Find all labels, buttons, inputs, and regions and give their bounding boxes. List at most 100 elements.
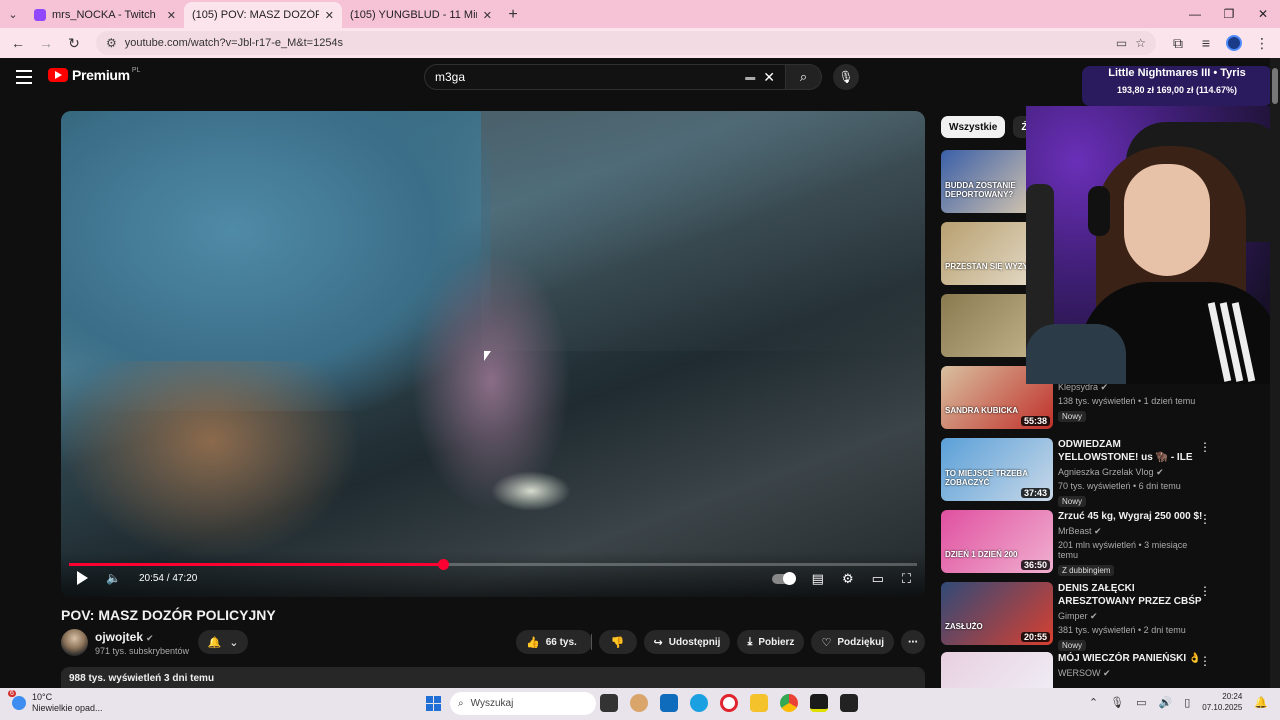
- app-icon[interactable]: [630, 694, 648, 712]
- channel-name[interactable]: ojwojtek ✔: [95, 630, 154, 644]
- network-icon[interactable]: ▭: [1136, 696, 1146, 709]
- keyboard-icon[interactable]: ▬: [745, 72, 755, 83]
- tab-close-icon[interactable]: ✕: [325, 9, 334, 22]
- video-title[interactable]: MÓJ WIECZÓR PANIEŃSKI 👌: [1058, 652, 1203, 665]
- new-tab-button[interactable]: +: [500, 2, 526, 28]
- windows-start-icon[interactable]: [426, 696, 441, 711]
- file-explorer-icon[interactable]: [750, 694, 768, 712]
- channel-name-text[interactable]: ojwojtek: [95, 630, 143, 644]
- video-duration: 55:38: [1020, 416, 1050, 426]
- youtube-premium-logo[interactable]: Premium PL: [48, 67, 140, 83]
- more-actions-button[interactable]: ⋯: [901, 630, 925, 654]
- recommended-video[interactable]: ZASŁUŻO 20:55 DENIS ZAŁĘCKI ARESZTOWANY PR…: [941, 582, 1231, 651]
- like-button[interactable]: 👍 66 tys.: [516, 630, 592, 654]
- subtitles-icon[interactable]: ▤: [812, 571, 824, 587]
- battery-icon[interactable]: ▯: [1184, 696, 1190, 709]
- notifications-icon[interactable]: 🔔: [1254, 696, 1268, 709]
- theater-mode-icon[interactable]: ▭: [872, 571, 884, 587]
- search-value[interactable]: m3ga: [435, 70, 745, 84]
- page-scrollbar[interactable]: [1270, 58, 1280, 688]
- video-thumbnail[interactable]: TO MIEJSCE TRZEBA ZOBACZYĆ 37:43: [941, 438, 1053, 501]
- video-title[interactable]: Zrzuć 45 kg, Wygraj 250 000 $!: [1058, 510, 1203, 523]
- forward-icon[interactable]: →: [34, 31, 58, 55]
- progress-bar[interactable]: [69, 559, 917, 570]
- extensions-icon[interactable]: ⧉: [1166, 31, 1190, 55]
- video-thumbnail[interactable]: ZASŁUŻO 20:55: [941, 582, 1053, 645]
- task-view-icon[interactable]: [600, 694, 618, 712]
- recommended-video[interactable]: MÓJ WIECZÓR PANIEŃSKI MÓJ WIECZÓR PANIEŃS…: [941, 652, 1231, 688]
- browser-menu-icon[interactable]: ⋮: [1250, 31, 1274, 55]
- clock[interactable]: 20:24 07.10.2025: [1202, 691, 1242, 713]
- play-icon[interactable]: [77, 571, 88, 585]
- menu-icon[interactable]: [16, 70, 32, 84]
- clear-search-icon[interactable]: ✕: [763, 69, 775, 86]
- fullscreen-icon[interactable]: ⛶: [902, 571, 911, 587]
- restore-icon[interactable]: ❐: [1212, 0, 1246, 28]
- channel-name[interactable]: Gimper ✔: [1058, 611, 1203, 622]
- voice-search-button[interactable]: 🎙: [833, 64, 859, 90]
- video-thumbnail[interactable]: MÓJ WIECZÓR PANIEŃSKI: [941, 652, 1053, 688]
- reading-list-icon[interactable]: ≡: [1194, 31, 1218, 55]
- description-box[interactable]: 988 tys. wyświetleń 3 dni temu: [61, 667, 925, 688]
- download-button[interactable]: ⤓ Pobierz: [737, 630, 805, 654]
- site-info-icon[interactable]: ⚙: [106, 36, 117, 50]
- player-left-controls: 🔈 20:54 / 47:20: [77, 571, 197, 585]
- reload-icon[interactable]: ↻: [62, 31, 86, 55]
- volume-icon[interactable]: 🔈: [106, 571, 121, 585]
- channel-name[interactable]: MrBeast ✔: [1058, 526, 1203, 537]
- thanks-button[interactable]: ♡ Podziękuj: [811, 630, 894, 654]
- verified-icon: ✔: [1090, 611, 1098, 621]
- video-badge: Nowy: [1058, 496, 1087, 507]
- more-options-icon[interactable]: ⋮: [1199, 584, 1211, 598]
- close-window-icon[interactable]: ✕: [1246, 0, 1280, 28]
- settings-gear-icon[interactable]: ⚙: [842, 571, 854, 587]
- url-text[interactable]: youtube.com/watch?v=Jbl-r17-e_M&t=1254s: [125, 37, 1108, 49]
- browser-tab-youtube-active[interactable]: (105) POV: MASZ DOZÓR POLIC ✕: [184, 2, 342, 72]
- back-icon[interactable]: ←: [6, 31, 30, 55]
- chip-all[interactable]: Wszystkie: [941, 116, 1006, 138]
- search-input[interactable]: m3ga ▬ ✕: [424, 64, 786, 90]
- dislike-button[interactable]: 👎: [598, 630, 637, 654]
- opera-icon[interactable]: [720, 694, 738, 712]
- video-title[interactable]: ODWIEDZAM YELLOWSTONE! us 🦬 - ILE KOSZTU…: [1058, 438, 1203, 464]
- share-button[interactable]: ↪ Udostępnij: [643, 630, 731, 654]
- video-thumbnail[interactable]: DZIEŃ 1 DZIEŃ 200 36:50: [941, 510, 1053, 573]
- speaker-icon[interactable]: 🔊: [1158, 696, 1172, 709]
- edge-icon[interactable]: [690, 694, 708, 712]
- browser-tab-strip: ⌄ mrs_NOCKA - Twitch ✕ (105) POV: MASZ D…: [0, 0, 1280, 72]
- video-title[interactable]: DENIS ZAŁĘCKI ARESZTOWANY PRZEZ CBŚP: [1058, 582, 1203, 608]
- channel-name[interactable]: WERSOW ✔: [1058, 668, 1203, 679]
- outlook-icon[interactable]: [660, 694, 678, 712]
- search-button[interactable]: ⌕: [786, 64, 822, 90]
- notifications-button[interactable]: 🔔 ⌄: [198, 630, 248, 654]
- recommended-video[interactable]: TO MIEJSCE TRZEBA ZOBACZYĆ 37:43 ODWIEDZAM…: [941, 438, 1231, 507]
- channel-name[interactable]: Agnieszka Grzelak Vlog ✔: [1058, 467, 1203, 478]
- search-icon: ⌕: [799, 69, 808, 84]
- chrome-icon[interactable]: [780, 694, 798, 712]
- minimize-icon[interactable]: —: [1178, 0, 1212, 28]
- more-options-icon[interactable]: ⋮: [1199, 512, 1211, 526]
- tab-search-button[interactable]: ⌄: [0, 0, 26, 28]
- heart-dollar-icon: ♡: [821, 636, 832, 649]
- cast-icon[interactable]: ▭: [1116, 36, 1127, 50]
- address-bar[interactable]: ⚙ youtube.com/watch?v=Jbl-r17-e_M&t=1254…: [96, 31, 1156, 55]
- weather-badge: 6: [8, 690, 16, 697]
- taskbar-search[interactable]: ⌕ Wyszukaj: [450, 692, 596, 715]
- more-options-icon[interactable]: ⋮: [1199, 440, 1211, 454]
- autoplay-toggle[interactable]: [771, 572, 796, 585]
- recommended-video[interactable]: DZIEŃ 1 DZIEŃ 200 36:50 Zrzuć 45 kg, Wygra…: [941, 510, 1231, 576]
- microphone-icon[interactable]: 🎙: [1110, 696, 1124, 709]
- tab-close-icon[interactable]: ✕: [167, 9, 176, 22]
- weather-widget[interactable]: 6 10°C Niewielkie opad...: [8, 690, 103, 714]
- tab-close-icon[interactable]: ✕: [483, 9, 492, 22]
- bookmark-star-icon[interactable]: ☆: [1135, 36, 1146, 50]
- more-options-icon[interactable]: ⋮: [1199, 654, 1211, 668]
- video-player[interactable]: 🔈 20:54 / 47:20 ▤ ⚙ ▭ ⛶: [61, 111, 925, 597]
- profile-avatar[interactable]: [1222, 31, 1246, 55]
- terminal-icon[interactable]: [840, 694, 858, 712]
- browser-tab-yungblud[interactable]: (105) YUNGBLUD - 11 Minutes ✕: [342, 2, 500, 72]
- channel-avatar[interactable]: [61, 629, 88, 656]
- chevron-up-icon[interactable]: ⌃: [1089, 696, 1098, 709]
- browser-tab-twitch[interactable]: mrs_NOCKA - Twitch ✕: [26, 2, 184, 28]
- app-icon[interactable]: [810, 694, 828, 712]
